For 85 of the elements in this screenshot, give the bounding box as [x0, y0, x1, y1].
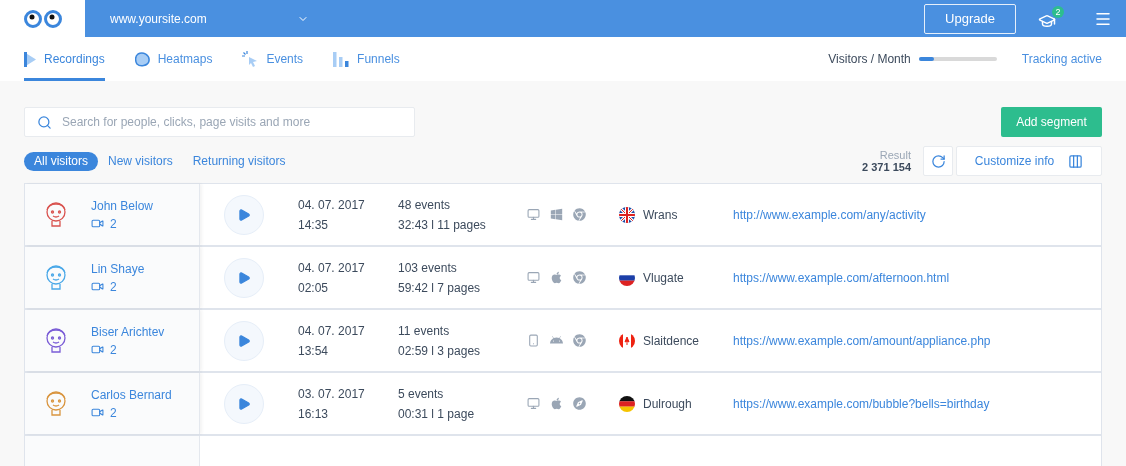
session-time: 14:35 — [298, 217, 330, 232]
session-duration: 02:59 l 3 pages — [398, 343, 482, 358]
result-count: 2 371 154 — [862, 161, 911, 173]
chrome-icon — [573, 271, 586, 284]
session-time: 16:13 — [298, 406, 330, 421]
play-icon — [24, 51, 36, 67]
flag-icon — [619, 206, 635, 223]
desktop-icon — [527, 397, 540, 410]
play-button[interactable] — [224, 383, 264, 424]
play-icon — [237, 333, 251, 348]
refresh-icon — [930, 153, 946, 169]
bar-chart-icon — [333, 51, 350, 67]
country-name: Slaitdence — [643, 333, 701, 348]
nav-tab[interactable]: Funnels — [333, 37, 400, 81]
tracking-status-link[interactable]: Tracking active — [1021, 52, 1102, 67]
visitor-filter[interactable]: Returning visitors — [182, 151, 296, 171]
visitor-filter[interactable]: All visitors — [24, 151, 98, 171]
play-button[interactable] — [224, 257, 264, 298]
site-name: www.yoursite.com — [110, 11, 207, 26]
visitor-name[interactable]: Carlos Bernard — [91, 387, 172, 402]
academy-button[interactable]: 2 — [1032, 5, 1064, 33]
video-camera-icon — [91, 406, 104, 419]
event-count: 5 events — [398, 386, 445, 401]
event-count: 48 events — [398, 197, 452, 212]
desktop-icon — [527, 271, 540, 284]
session-duration: 00:31 l 1 page — [398, 406, 476, 421]
refresh-button[interactable] — [923, 146, 953, 176]
chrome-icon — [573, 208, 586, 221]
customize-info-button[interactable]: Customize info — [956, 146, 1102, 176]
visitor-filter[interactable]: New visitors — [98, 151, 183, 171]
session-date: 04. 07. 2017 — [298, 260, 366, 275]
upgrade-button[interactable]: Upgrade — [924, 3, 1016, 34]
windows-icon — [550, 208, 563, 221]
result-label: Result — [879, 149, 911, 161]
page-url[interactable]: http://www.example.com/any/activity — [733, 207, 926, 222]
country-name: Wrans — [643, 207, 679, 222]
session-date: 04. 07. 2017 — [298, 197, 366, 212]
page-url[interactable]: https://www.example.com/amount/appliance.php — [733, 333, 991, 348]
add-segment-button[interactable]: Add segment — [1001, 107, 1102, 137]
video-camera-icon — [91, 280, 104, 293]
country-name: Vlugate — [643, 270, 685, 285]
event-count: 103 events — [398, 260, 458, 275]
play-icon — [237, 270, 251, 285]
nav-tab[interactable]: Events — [242, 37, 304, 81]
search-icon — [37, 114, 52, 130]
play-button[interactable] — [224, 320, 264, 361]
session-time: 13:54 — [298, 343, 330, 358]
page-url[interactable]: https://www.example.com/afternoon.html — [733, 270, 950, 285]
recordings-count: 2 — [91, 342, 165, 357]
session-duration: 59:42 l 7 pages — [398, 280, 482, 295]
play-button[interactable] — [224, 194, 264, 235]
flag-icon — [619, 332, 635, 349]
notification-badge: 2 — [1052, 6, 1064, 19]
flag-icon — [619, 395, 635, 412]
columns-icon — [1068, 153, 1084, 169]
visitor-name[interactable]: John Below — [91, 198, 154, 213]
video-camera-icon — [91, 217, 104, 230]
event-count: 11 events — [398, 323, 451, 338]
play-icon — [237, 207, 251, 222]
blob-icon — [134, 51, 150, 67]
video-camera-icon — [91, 343, 104, 356]
apple-icon — [550, 271, 563, 284]
desktop-icon — [527, 208, 540, 221]
eyes-logo — [23, 8, 62, 29]
session-date: 04. 07. 2017 — [298, 323, 366, 338]
visitor-name[interactable]: Biser Arichtev — [91, 324, 165, 339]
session-time: 02:05 — [298, 280, 330, 295]
recordings-count: 2 — [91, 279, 145, 294]
compass-icon — [573, 397, 586, 410]
chrome-icon — [573, 334, 586, 347]
session-date: 03. 07. 2017 — [298, 386, 366, 401]
usage-label: Visitors / Month — [828, 52, 911, 67]
recordings-count: 2 — [91, 405, 172, 420]
recordings-count: 2 — [91, 216, 154, 231]
search-bar[interactable]: Search for people, clicks, page visits and more — [24, 107, 415, 137]
apple-icon — [550, 397, 563, 410]
page-url[interactable]: https://www.example.com/bubble?bells=birthday — [733, 396, 990, 411]
phone-icon — [527, 334, 540, 347]
session-duration: 32:43 l 11 pages — [398, 217, 487, 232]
nav-tab[interactable]: Recordings — [24, 37, 105, 81]
visitor-name[interactable]: Lin Shaye — [91, 261, 145, 276]
cursor-click-icon — [242, 51, 259, 68]
play-icon — [237, 396, 251, 411]
nav-tab[interactable]: Heatmaps — [134, 37, 213, 81]
country-name: Dulrough — [643, 396, 693, 411]
